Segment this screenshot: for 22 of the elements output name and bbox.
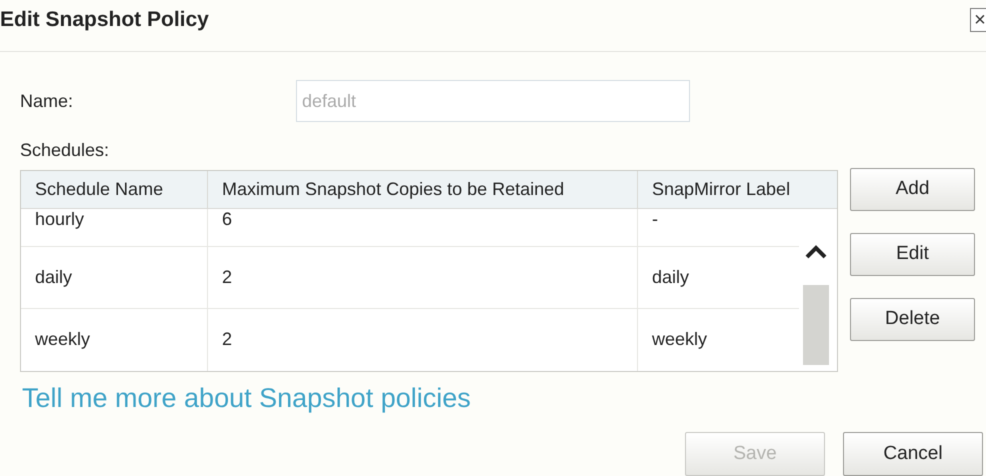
- scroll-thumb[interactable]: [803, 284, 829, 364]
- button[interactable]: Delete: [850, 298, 975, 340]
- button[interactable]: Edit: [850, 232, 975, 276]
- table-cell-text: 2: [222, 328, 232, 351]
- table-cell-text: daily: [35, 266, 72, 289]
- scroll-up-icon[interactable]: [805, 244, 827, 258]
- table-cell: 6: [222, 208, 232, 228]
- column-header[interactable]: Maximum Snapshot Copies to be Retained: [208, 170, 638, 208]
- button[interactable]: Cancel: [843, 432, 983, 476]
- table-cell-text: 2: [222, 266, 232, 288]
- name-label: Name:: [20, 90, 74, 113]
- table-cell-text: daily: [652, 266, 690, 289]
- schedules-label: Schedules:: [20, 138, 110, 162]
- window-title: Edit Snapshot Policy: [0, 7, 209, 33]
- button[interactable]: Add: [850, 168, 975, 210]
- table-cell: hourly: [35, 208, 84, 228]
- close-button[interactable]: ×: [970, 8, 986, 32]
- table-cell-text: weekly: [35, 328, 90, 351]
- column-header[interactable]: Schedule Name: [21, 170, 208, 208]
- table-cell-text: weekly: [652, 328, 708, 351]
- table-cell: -: [652, 208, 658, 228]
- column-header[interactable]: SnapMirror Label: [638, 170, 799, 208]
